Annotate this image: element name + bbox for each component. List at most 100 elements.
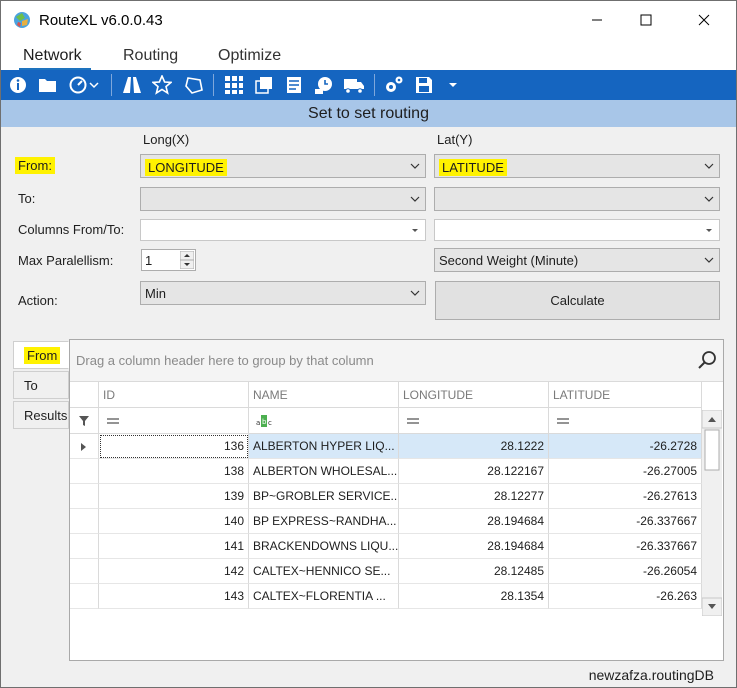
toolbar-separator	[111, 74, 112, 96]
filter-icon	[79, 416, 89, 426]
row-indicator[interactable]	[70, 584, 99, 609]
table-cell-longitude[interactable]: 28.1222	[399, 434, 549, 459]
max-parallelism-stepper[interactable]: 1	[141, 249, 196, 271]
table-cell-longitude[interactable]: 28.12277	[399, 484, 549, 509]
table-cell-longitude[interactable]: 28.1354	[399, 584, 549, 609]
star-button[interactable]	[151, 74, 173, 96]
road-icon	[123, 77, 141, 93]
clock-button[interactable]	[313, 74, 335, 96]
table-cell-id[interactable]: 142	[99, 559, 249, 584]
document-icon	[287, 77, 301, 93]
close-button[interactable]	[681, 1, 727, 39]
table-cell-latitude[interactable]: -26.263	[549, 584, 702, 609]
from-longitude-select[interactable]: LONGITUDE	[140, 154, 426, 178]
more-dropdown[interactable]	[446, 74, 460, 96]
to-longitude-select[interactable]	[140, 187, 426, 211]
table-cell-id[interactable]: 136	[99, 434, 249, 459]
to-latitude-select[interactable]	[434, 187, 720, 211]
column-header-latitude[interactable]: LATITUDE	[549, 382, 702, 408]
gauge-dropdown[interactable]	[87, 74, 101, 96]
table-cell-id[interactable]: 141	[99, 534, 249, 559]
table-cell-name[interactable]: BP EXPRESS~RANDHA...	[249, 509, 399, 534]
tab-from[interactable]: From	[13, 341, 69, 369]
menu-optimize[interactable]: Optimize	[218, 47, 281, 65]
table-cell-name[interactable]: BP~GROBLER SERVICE...	[249, 484, 399, 509]
table-cell-latitude[interactable]: -26.26054	[549, 559, 702, 584]
table-cell-latitude[interactable]: -26.337667	[549, 534, 702, 559]
row-indicator[interactable]	[70, 559, 99, 584]
filter-cell-latitude[interactable]	[549, 408, 702, 434]
gears-icon	[386, 76, 403, 92]
app-logo-icon	[14, 12, 30, 28]
table-cell-name[interactable]: ALBERTON HYPER LIQ...	[249, 434, 399, 459]
info-button[interactable]	[7, 74, 29, 96]
columns-long-select[interactable]	[140, 219, 426, 241]
menu-network[interactable]: Network	[23, 47, 82, 65]
action-select[interactable]: Min	[140, 281, 426, 305]
from-latitude-select[interactable]: LATITUDE	[434, 154, 720, 178]
filter-cell-name[interactable]: a b c	[249, 408, 399, 434]
minimize-button[interactable]	[574, 1, 620, 39]
grid-button[interactable]	[223, 74, 245, 96]
dropdown-arrow-icon	[89, 82, 99, 89]
table-cell-name[interactable]: CALTEX~HENNICO SE...	[249, 559, 399, 584]
weight-select[interactable]: Second Weight (Minute)	[434, 248, 720, 272]
row-indicator[interactable]	[70, 534, 99, 559]
filter-cell-id[interactable]	[99, 408, 249, 434]
polygon-button[interactable]	[183, 74, 205, 96]
table-cell-latitude[interactable]: -26.337667	[549, 509, 702, 534]
menu-routing[interactable]: Routing	[123, 47, 178, 65]
row-indicator[interactable]	[70, 484, 99, 509]
gauge-button[interactable]	[67, 74, 89, 96]
table-cell-longitude[interactable]: 28.194684	[399, 509, 549, 534]
maximize-button[interactable]	[623, 1, 669, 39]
scrollbar-track-icon	[702, 410, 722, 616]
table-cell-id[interactable]: 138	[99, 459, 249, 484]
road-button[interactable]	[121, 74, 143, 96]
table-cell-longitude[interactable]: 28.194684	[399, 534, 549, 559]
chevron-down-icon	[410, 290, 420, 296]
save-button[interactable]	[413, 74, 435, 96]
settings-button[interactable]	[383, 74, 405, 96]
table-cell-latitude[interactable]: -26.27613	[549, 484, 702, 509]
table-cell-latitude[interactable]: -26.27005	[549, 459, 702, 484]
document-button[interactable]	[283, 74, 305, 96]
maximize-icon	[640, 14, 652, 26]
tab-to-label: To	[24, 378, 38, 393]
table-cell-name[interactable]: BRACKENDOWNS LIQU...	[249, 534, 399, 559]
table-cell-longitude[interactable]: 28.122167	[399, 459, 549, 484]
columns-lat-select[interactable]	[434, 219, 720, 241]
current-row-arrow-icon	[81, 443, 86, 451]
dropdown-arrow-icon	[706, 229, 712, 232]
truck-button[interactable]	[343, 74, 365, 96]
table-cell-name[interactable]: ALBERTON WHOLESAL...	[249, 459, 399, 484]
tab-results[interactable]: Results	[13, 401, 69, 429]
long-column-label: Long(X)	[143, 132, 190, 147]
vertical-scrollbar[interactable]	[702, 410, 722, 616]
column-header-name[interactable]: NAME	[249, 382, 399, 408]
table-cell-name[interactable]: CALTEX~FLORENTIA ...	[249, 584, 399, 609]
row-indicator-header	[70, 382, 99, 408]
minimize-icon	[592, 19, 602, 21]
row-indicator[interactable]	[70, 509, 99, 534]
table-cell-id[interactable]: 143	[99, 584, 249, 609]
filter-cell-longitude[interactable]	[399, 408, 549, 434]
row-indicator[interactable]	[70, 459, 99, 484]
table-cell-id[interactable]: 140	[99, 509, 249, 534]
column-header-id[interactable]: ID	[99, 382, 249, 408]
tab-to[interactable]: To	[13, 371, 69, 399]
gauge-icon	[69, 76, 87, 94]
table-cell-longitude[interactable]: 28.12485	[399, 559, 549, 584]
stepper-arrows-icon[interactable]	[180, 251, 194, 269]
open-button[interactable]	[37, 74, 59, 96]
column-header-longitude[interactable]: LONGITUDE	[399, 382, 549, 408]
title-bar: RouteXL v6.0.0.43	[1, 1, 736, 39]
row-indicator[interactable]	[70, 434, 99, 459]
network-button[interactable]	[253, 74, 275, 96]
table-cell-id[interactable]: 139	[99, 484, 249, 509]
search-icon[interactable]	[697, 350, 717, 370]
group-panel[interactable]: Drag a column header here to group by th…	[70, 340, 723, 382]
table-cell-latitude[interactable]: -26.2728	[549, 434, 702, 459]
calculate-button[interactable]: Calculate	[435, 281, 720, 320]
folder-icon	[39, 79, 56, 92]
